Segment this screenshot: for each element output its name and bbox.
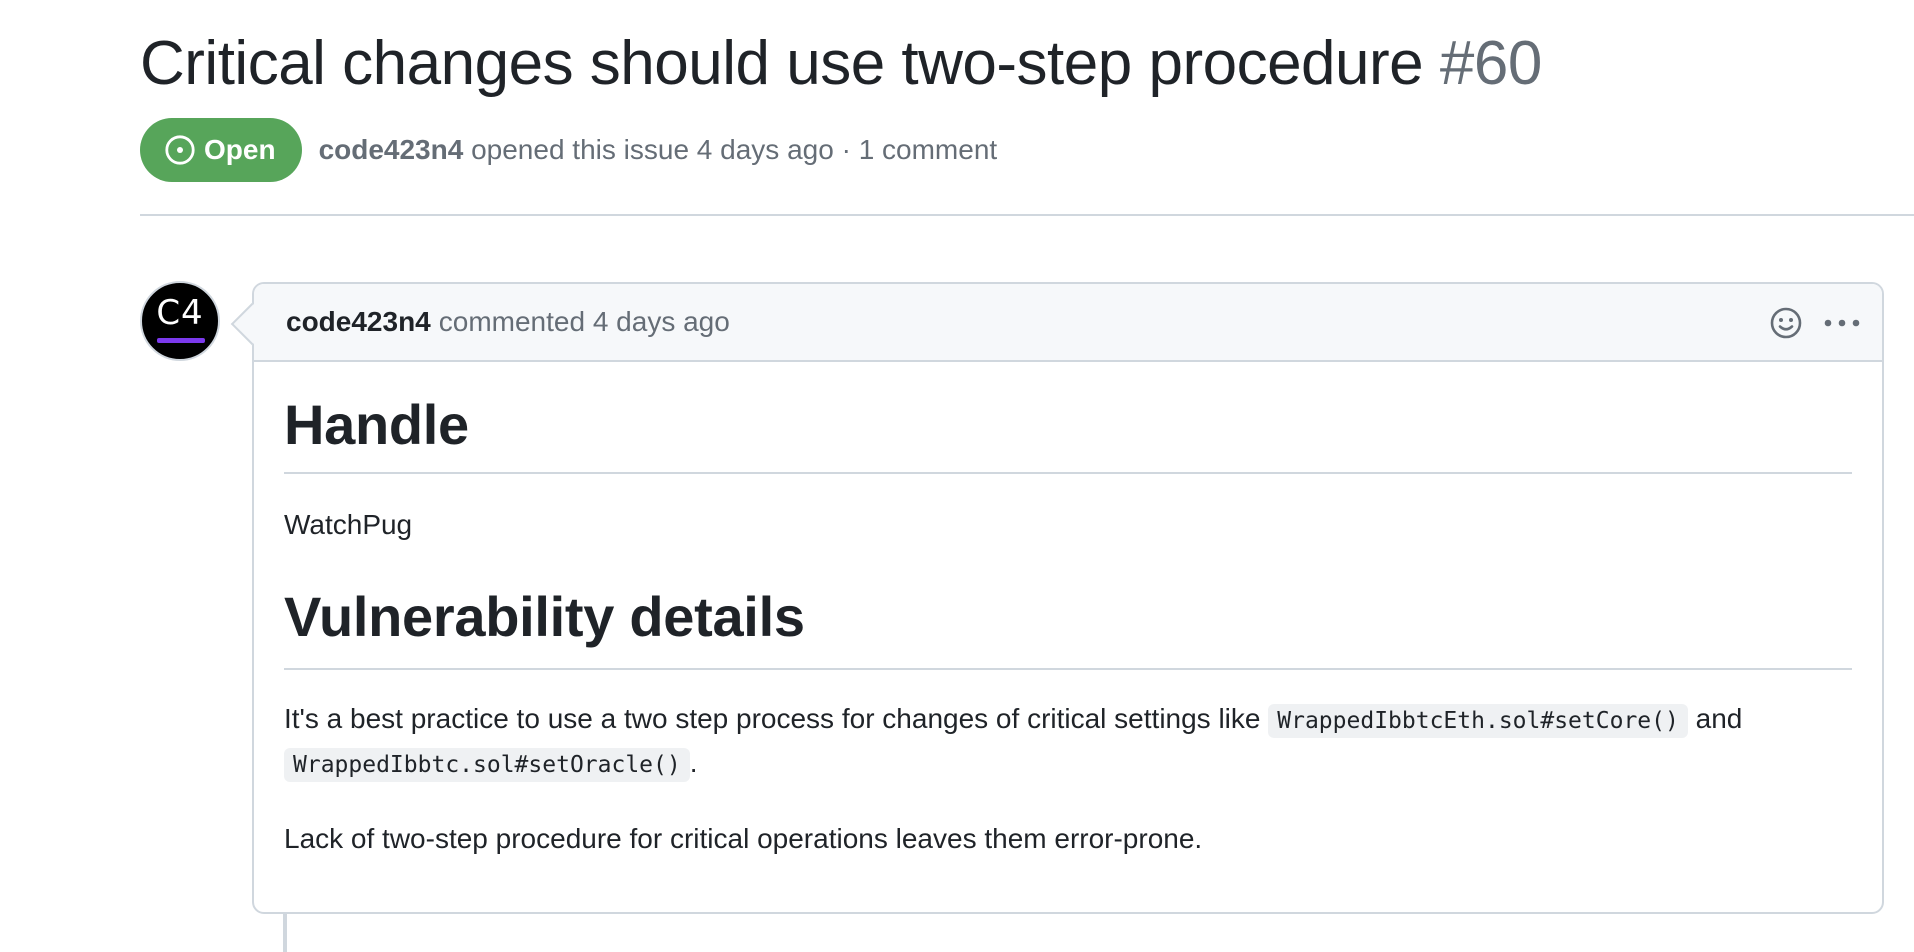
heading-vulnerability-details: Vulnerability details [284, 584, 1852, 670]
comment-author-link[interactable]: code423n4 [286, 306, 431, 338]
status-label: Open [204, 134, 276, 165]
add-reaction-button[interactable] [1766, 303, 1806, 343]
code-set-core: WrappedIbbtcEth.sol#setCore() [1268, 704, 1688, 738]
avatar-underline [157, 338, 205, 343]
comment-options-button[interactable] [1822, 303, 1862, 343]
handle-value: WatchPug [284, 509, 413, 540]
issue-author-link[interactable]: code423n4 [319, 134, 464, 165]
comment-actions [1750, 303, 1862, 343]
details-text-1: It's a best practice to use a two step p… [284, 703, 1269, 734]
comment-box: code423n4 commented 4 days ago Handle Wa… [230, 282, 1884, 914]
issue-opened-text: opened this issue 4 days ago [471, 134, 834, 165]
details-text-2: and [1687, 703, 1743, 734]
issue-number: #60 [1439, 29, 1542, 98]
issue-meta-text: code423n4 opened this issue 4 days ago ·… [319, 134, 998, 166]
kebab-horizontal-icon [1824, 319, 1860, 327]
meta-separator: · [841, 134, 851, 165]
issue-opened-icon [165, 135, 195, 165]
lack-paragraph: Lack of two-step procedure for critical … [284, 823, 1203, 854]
issue-title-text: Critical changes should use two-step pro… [140, 29, 1424, 98]
issue-page: Critical changes should use two-step pro… [0, 0, 1914, 952]
smiley-icon [1770, 307, 1802, 339]
issue-header: Critical changes should use two-step pro… [140, 22, 1914, 182]
details-paragraph: It's a best practice to use a two step p… [284, 698, 1852, 786]
avatar-logo-text: C4 [156, 293, 204, 333]
code-set-oracle: WrappedIbbtc.sol#setOracle() [284, 748, 690, 782]
heading-handle: Handle [284, 362, 1852, 474]
comment-count: 1 comment [858, 134, 998, 165]
comment-header: code423n4 commented 4 days ago [254, 284, 1882, 362]
status-badge: Open [140, 118, 302, 182]
avatar[interactable]: C4 [140, 281, 220, 361]
details-text-3: . [689, 747, 698, 778]
issue-title: Critical changes should use two-step pro… [140, 22, 1914, 106]
header-divider [140, 214, 1914, 216]
timeline-line [283, 910, 287, 952]
issue-meta: Open code423n4 opened this issue 4 days … [140, 118, 997, 182]
comment-timestamp[interactable]: commented 4 days ago [439, 306, 730, 338]
comment-body: Handle WatchPug Vulnerability details It… [254, 362, 1882, 860]
